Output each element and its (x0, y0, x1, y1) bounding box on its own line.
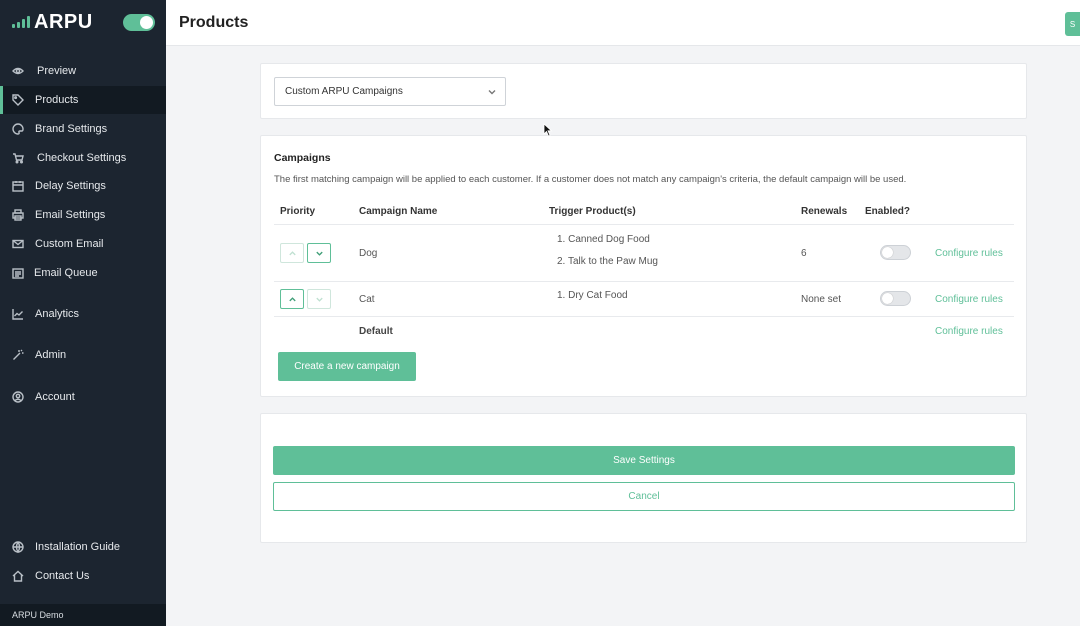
column-header-renewals: Renewals (801, 206, 848, 217)
campaign-name: Cat (359, 294, 375, 305)
campaign-type-select[interactable]: Custom ARPU Campaigns (274, 77, 506, 106)
app-enabled-toggle[interactable] (123, 14, 155, 31)
sidebar-item-account[interactable]: Account (0, 383, 166, 411)
sidebar-item-label: Checkout Settings (37, 152, 127, 164)
renewals-value: None set (801, 294, 842, 305)
chevron-down-icon (315, 297, 323, 302)
enabled-toggle[interactable] (880, 291, 911, 306)
campaigns-description: The first matching campaign will be appl… (274, 174, 907, 185)
trigger-product: 2. Talk to the Paw Mug (557, 256, 658, 267)
sidebar-item-label: Admin (35, 349, 67, 361)
sidebar-item-analytics[interactable]: Analytics (0, 300, 166, 328)
sidebar-item-installation-guide[interactable]: Installation Guide (0, 533, 166, 561)
globe-icon (12, 541, 24, 553)
sidebar-item-label: Analytics (35, 308, 80, 320)
sidebar-item-products[interactable]: Products (0, 86, 166, 114)
table-divider (274, 316, 1014, 317)
sidebar-item-label: Custom Email (35, 238, 104, 250)
chevron-down-icon (315, 251, 323, 256)
column-header-priority: Priority (280, 206, 316, 217)
configure-rules-link[interactable]: Configure rules (935, 326, 1003, 337)
configure-rules-link[interactable]: Configure rules (935, 294, 1003, 305)
user-circle-icon (12, 391, 24, 403)
sidebar-item-brand-settings[interactable]: Brand Settings (0, 115, 166, 143)
wand-icon (12, 349, 24, 361)
mail-icon (12, 238, 24, 250)
page-title: Products (179, 14, 249, 31)
sidebar-item-label: Contact Us (35, 570, 90, 582)
sidebar-item-contact-us[interactable]: Contact Us (0, 562, 166, 590)
move-down-button[interactable] (307, 289, 331, 309)
sidebar-item-delay-settings[interactable]: Delay Settings (0, 172, 166, 200)
chevron-up-icon (288, 296, 296, 301)
calendar-list-icon (12, 267, 24, 279)
header-action-button[interactable]: S (1065, 12, 1080, 36)
renewals-value: 6 (801, 248, 807, 259)
chevron-up-icon (288, 250, 296, 255)
move-down-button[interactable] (307, 243, 331, 263)
sidebar-item-email-settings[interactable]: Email Settings (0, 201, 166, 229)
campaign-name: Dog (359, 248, 378, 259)
column-header-campaign-name: Campaign Name (359, 206, 438, 217)
sidebar: ARPU Preview Products Brand Settings Che… (0, 0, 166, 626)
sidebar-item-label: Email Settings (35, 209, 106, 221)
mouse-cursor-icon (543, 123, 553, 137)
signal-bars-icon (12, 16, 30, 28)
palette-icon (12, 123, 24, 135)
campaign-name: Default (359, 326, 393, 337)
eye-icon (12, 65, 24, 77)
configure-rules-link[interactable]: Configure rules (935, 248, 1003, 259)
sidebar-item-admin[interactable]: Admin (0, 341, 166, 369)
sidebar-item-custom-email[interactable]: Custom Email (0, 230, 166, 258)
cart-icon (12, 152, 24, 164)
chevron-down-icon (487, 87, 497, 97)
enabled-toggle[interactable] (880, 245, 911, 260)
column-header-trigger-products: Trigger Product(s) (549, 206, 636, 217)
store-name: ARPU Demo (0, 604, 166, 626)
trigger-product: 1. Canned Dog Food (557, 234, 650, 245)
table-divider (274, 224, 1014, 225)
actions-card: Save Settings Cancel (260, 413, 1027, 543)
sidebar-item-checkout-settings[interactable]: Checkout Settings (0, 144, 166, 172)
printer-icon (12, 209, 24, 221)
create-campaign-button[interactable]: Create a new campaign (278, 352, 416, 381)
sidebar-item-label: Preview (37, 65, 77, 77)
cancel-button[interactable]: Cancel (273, 482, 1015, 511)
sidebar-item-preview[interactable]: Preview (0, 57, 166, 85)
sidebar-item-email-queue[interactable]: Email Queue (0, 259, 166, 287)
sidebar-item-label: Delay Settings (35, 180, 106, 192)
brand-name: ARPU (34, 10, 93, 33)
sidebar-item-label: Email Queue (34, 267, 98, 279)
campaigns-card: Campaigns The first matching campaign wi… (260, 135, 1027, 397)
trigger-product: 1. Dry Cat Food (557, 290, 628, 301)
campaign-type-card: Custom ARPU Campaigns (260, 63, 1027, 119)
tag-icon (12, 94, 24, 106)
column-header-enabled: Enabled? (865, 206, 911, 217)
move-up-button[interactable] (280, 243, 304, 263)
sidebar-item-label: Account (35, 391, 75, 403)
chart-icon (12, 308, 24, 320)
calendar-icon (12, 180, 24, 192)
table-divider (274, 281, 1014, 282)
save-settings-button[interactable]: Save Settings (273, 446, 1015, 475)
sidebar-item-label: Products (35, 94, 79, 106)
campaign-type-value: Custom ARPU Campaigns (285, 86, 403, 97)
home-icon (12, 570, 24, 582)
move-up-button[interactable] (280, 289, 304, 309)
sidebar-item-label: Brand Settings (35, 123, 108, 135)
campaigns-title: Campaigns (274, 152, 331, 164)
top-header: Products S (166, 0, 1080, 46)
sidebar-item-label: Installation Guide (35, 541, 120, 553)
